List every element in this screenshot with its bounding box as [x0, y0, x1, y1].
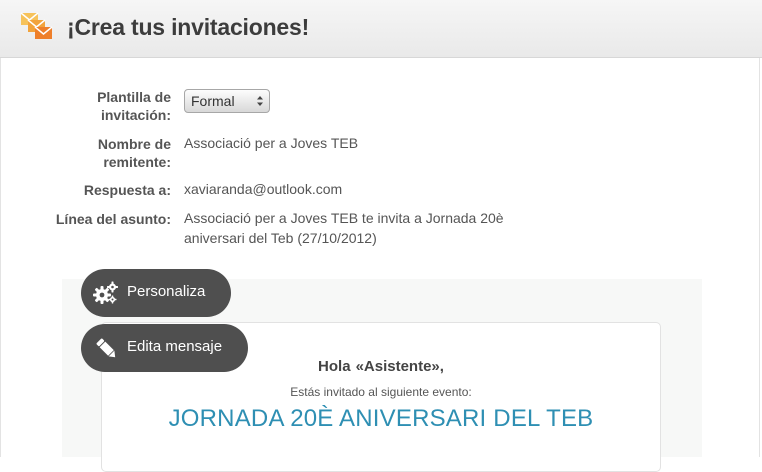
page-header: ¡Crea tus invitaciones! — [0, 0, 762, 58]
template-select-value: Formal — [191, 93, 235, 109]
reply-to-value: xaviaranda@outlook.com — [184, 181, 343, 197]
sender-label-line2: remitente: — [103, 154, 171, 170]
attendee-placeholder: «Asistente», — [355, 358, 444, 375]
subject-value-line1: Associació per a Joves TEB te invita a J… — [184, 210, 504, 226]
edit-message-button[interactable]: Edita mensaje — [81, 324, 248, 372]
sender-label: Nombre de remitente: — [0, 135, 171, 171]
greeting-text: Hola — [318, 358, 351, 375]
reply-to-label: Respuesta a: — [83, 182, 171, 198]
sender-value: Associació per a Joves TEB — [184, 135, 359, 151]
sender-label-line1: Nombre de — [97, 136, 171, 152]
customize-button-label: Personaliza — [127, 283, 206, 300]
page-title: ¡Crea tus invitaciones! — [67, 14, 310, 40]
subject-label: Línea del asunto: — [55, 211, 171, 227]
invited-text: Estás invitado al siguiente evento: — [290, 385, 472, 399]
edit-message-button-label: Edita mensaje — [127, 338, 223, 355]
gears-icon — [93, 281, 118, 304]
pencil-icon — [96, 338, 116, 358]
template-select[interactable]: Formal — [184, 89, 270, 113]
template-label-line2: invitación: — [100, 107, 171, 123]
template-label-line1: Plantilla de — [97, 89, 171, 105]
envelopes-icon — [20, 12, 53, 39]
template-label: Plantilla de invitación: — [0, 88, 171, 124]
select-arrows-icon — [257, 96, 263, 106]
subject-value: Associació per a Joves TEB te invita a J… — [184, 208, 504, 248]
subject-value-line2: aniversari del Teb (27/10/2012) — [184, 230, 377, 246]
event-title: JORNADA 20È ANIVERSARI DEL TEB — [168, 405, 594, 432]
customize-button[interactable]: Personaliza — [81, 269, 231, 317]
